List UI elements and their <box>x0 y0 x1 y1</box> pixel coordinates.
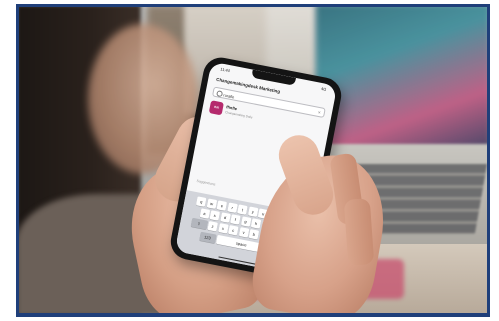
search-value: ruralle <box>223 91 235 100</box>
key-v[interactable]: v <box>238 227 249 238</box>
shift-key[interactable]: ⇧ <box>190 217 208 230</box>
key-z[interactable]: z <box>207 221 218 232</box>
result-subtitle: Changemaking Daily <box>224 110 253 120</box>
key-e[interactable]: e <box>216 200 228 211</box>
status-time: 11:44 <box>219 66 231 74</box>
home-indicator <box>218 255 258 266</box>
key-t[interactable]: t <box>237 204 248 215</box>
key-s[interactable]: s <box>209 210 221 221</box>
suggestions-label: Suggestions <box>196 178 216 187</box>
key-g[interactable]: g <box>240 216 251 227</box>
key-f[interactable]: f <box>230 214 241 225</box>
laptop-screen <box>316 4 490 154</box>
photo-background: 11:44 4G Changemakingdesk Marketing rura… <box>16 4 490 317</box>
key-d[interactable]: d <box>219 212 231 223</box>
key-h[interactable]: h <box>250 218 262 229</box>
image-frame: 11:44 4G Changemakingdesk Marketing rura… <box>0 0 499 321</box>
key-x[interactable]: x <box>217 223 229 234</box>
key-a[interactable]: a <box>199 208 210 219</box>
right-finger-2 <box>343 198 375 266</box>
app-icon: fhfl <box>208 100 224 116</box>
key-q[interactable]: q <box>196 196 207 207</box>
key-b[interactable]: b <box>248 229 260 240</box>
key-r[interactable]: r <box>227 202 238 213</box>
key-w[interactable]: w <box>206 198 217 209</box>
numbers-key[interactable]: 123 <box>198 231 217 244</box>
clear-icon[interactable]: × <box>317 109 321 115</box>
key-c[interactable]: c <box>228 225 239 236</box>
status-network: 4G <box>320 86 327 92</box>
key-y[interactable]: y <box>247 206 259 217</box>
